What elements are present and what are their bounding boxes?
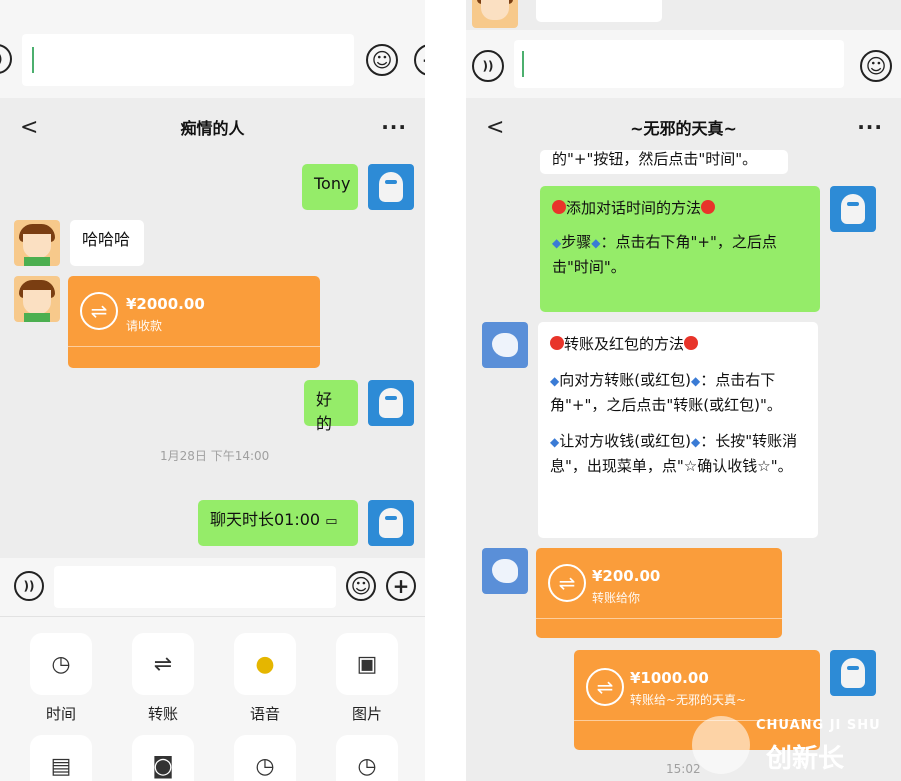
emoji-icon[interactable]: ☺	[366, 44, 398, 76]
message-bubble[interactable]: 哈哈哈	[70, 220, 144, 266]
transfer-note: 转账给你	[592, 591, 641, 605]
message-text: 哈哈哈	[82, 230, 131, 249]
diamond-icon: ◆	[690, 435, 701, 449]
message-body: ◆步骤◆：点击右下角"+"，之后点击"时间"。	[552, 233, 777, 276]
call-duration-bubble[interactable]: 聊天时长01:00 ▭	[198, 500, 358, 546]
message-heading: 添加对话时间的方法	[552, 196, 808, 220]
watermark-logo	[692, 716, 750, 774]
tool-label: 语音	[249, 705, 280, 723]
diamond-icon: ◆	[550, 435, 560, 449]
transfer-footer	[536, 618, 782, 638]
my-avatar[interactable]	[368, 164, 414, 210]
red-dot-icon	[684, 336, 699, 350]
transfer-icon[interactable]: ⇌	[132, 633, 194, 695]
message-text: 聊天时长01:00	[210, 510, 321, 529]
transfer-amount: ¥2000.00	[126, 295, 205, 313]
left-chat-screen: )) ☺ + < 痴情的人 ··· Tony 哈哈哈 ⇌ ¥2000.00 请收…	[0, 0, 425, 781]
voice-icon[interactable]: ))	[0, 44, 12, 74]
more-icon[interactable]: ···	[381, 115, 407, 139]
tool-label: 转账	[147, 705, 178, 723]
message-text: 的"+"按钮，然后点击"时间"。	[552, 150, 758, 168]
timestamp: 15:02	[666, 762, 701, 776]
message-paragraph: ◆向对方转账(或红包)◆：点击右下角"+"，之后点击"转账(或红包)"。	[550, 371, 782, 414]
message-text: 好的	[316, 390, 333, 433]
message-bubble[interactable]: 转账及红包的方法 ◆向对方转账(或红包)◆：点击右下角"+"，之后点击"转账(或…	[538, 322, 818, 538]
transfer-note: 转账给~无邪的天真~	[630, 693, 747, 707]
transfer-amount: ¥200.00	[592, 567, 661, 585]
watermark-text: CHUANG JI SHU	[756, 718, 881, 733]
image-icon[interactable]: ▣	[336, 633, 398, 695]
message-bubble[interactable]: 好的	[304, 380, 358, 433]
top-input-bar: )) ☺ +	[0, 0, 425, 100]
clock-icon[interactable]: ◷	[234, 735, 296, 781]
red-dot-icon	[550, 336, 564, 350]
text-caret	[32, 47, 34, 73]
back-icon[interactable]: <	[486, 115, 504, 140]
timestamp: 1月28日 下午14:00	[160, 449, 270, 463]
tool-label: 时间	[45, 705, 76, 723]
chat-title: ~无邪的天真~	[630, 119, 737, 138]
more-icon[interactable]: ···	[857, 115, 883, 139]
phone-icon: ▭	[325, 514, 338, 529]
my-avatar[interactable]	[830, 650, 876, 696]
transfer-icon: ⇌	[80, 292, 118, 330]
previous-messages	[466, 0, 901, 30]
my-avatar[interactable]	[368, 500, 414, 546]
emoji-icon[interactable]: ☺	[860, 50, 892, 82]
message-input[interactable]	[514, 40, 844, 88]
transfer-icon: ⇌	[586, 668, 624, 706]
red-dot-icon	[701, 200, 716, 214]
voice-icon[interactable]: ))	[14, 571, 44, 601]
back-icon[interactable]: <	[20, 115, 38, 140]
text-caret	[522, 51, 524, 77]
my-avatar[interactable]	[368, 380, 414, 426]
transfer-footer	[68, 346, 320, 368]
chat-header: < 痴情的人 ···	[0, 98, 425, 156]
red-dot-icon	[552, 200, 566, 214]
message-heading: 转账及红包的方法	[550, 332, 806, 356]
contact-avatar[interactable]	[482, 322, 528, 368]
plus-icon[interactable]: +	[386, 571, 416, 601]
message-bubble[interactable]: 添加对话时间的方法 ◆步骤◆：点击右下角"+"，之后点击"时间"。	[540, 186, 820, 312]
message-bubble[interactable]	[536, 0, 662, 22]
bottom-input-bar: )) ☺ +	[0, 558, 425, 616]
my-avatar[interactable]	[830, 186, 876, 232]
contact-avatar[interactable]	[14, 220, 60, 266]
right-chat-screen: )) ☺ < ~无邪的天真~ ··· 的"+"按钮，然后点击"时间"。 添加对话…	[466, 0, 901, 781]
message-text: Tony	[314, 174, 351, 193]
plus-icon[interactable]: +	[414, 44, 425, 76]
top-input-bar: )) ☺	[466, 30, 901, 98]
transfer-amount: ¥1000.00	[630, 669, 709, 687]
message-bubble[interactable]: 的"+"按钮，然后点击"时间"。	[540, 150, 788, 174]
voice-icon[interactable]: ))	[472, 50, 504, 82]
contact-avatar[interactable]	[14, 276, 60, 322]
message-input[interactable]	[22, 34, 354, 86]
watermark-text: 创新长	[766, 744, 845, 774]
microphone-icon[interactable]: ●	[234, 633, 296, 695]
clock-icon[interactable]: ◷	[30, 633, 92, 695]
diamond-icon: ◆	[552, 236, 562, 250]
clock-icon[interactable]: ◷	[336, 735, 398, 781]
message-input[interactable]	[54, 566, 336, 608]
contact-avatar[interactable]	[482, 548, 528, 594]
camera-icon[interactable]: ◙	[132, 735, 194, 781]
chat-title: 痴情的人	[180, 119, 245, 138]
transfer-card[interactable]: ⇌ ¥2000.00 请收款	[68, 276, 320, 368]
message-bubble[interactable]: Tony	[302, 164, 358, 210]
emoji-icon[interactable]: ☺	[346, 571, 376, 601]
transfer-icon: ⇌	[548, 564, 586, 602]
diamond-icon: ◆	[690, 374, 701, 388]
transfer-note: 请收款	[126, 319, 163, 333]
chat-header: < ~无邪的天真~ ···	[466, 98, 901, 156]
calendar-icon[interactable]: ▤	[30, 735, 92, 781]
transfer-card[interactable]: ⇌ ¥200.00 转账给你	[536, 548, 782, 638]
tool-label: 图片	[351, 705, 382, 723]
contact-avatar[interactable]	[472, 0, 518, 28]
message-paragraph: ◆让对方收钱(或红包)◆：长按"转账消息"，出现菜单，点"☆确认收钱☆"。	[550, 432, 798, 475]
more-panel: ◷ 时间 ⇌ 转账 ● 语音 ▣ 图片 ▤ ◙ ◷ ◷	[0, 616, 425, 781]
diamond-icon: ◆	[550, 374, 560, 388]
